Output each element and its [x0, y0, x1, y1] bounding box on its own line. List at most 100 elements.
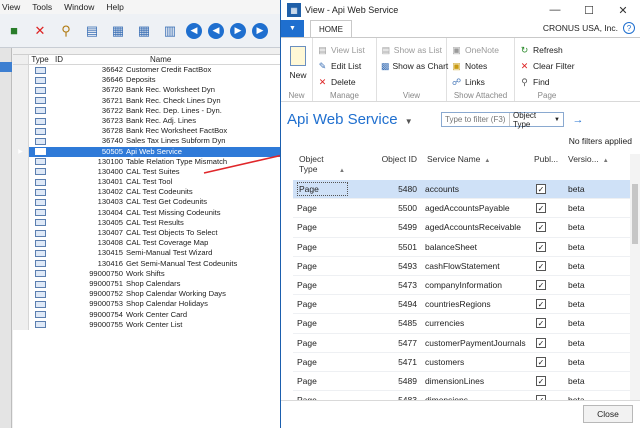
filter-field-select[interactable]: Object Type ▼: [510, 111, 563, 129]
object-row[interactable]: 130415 Semi-Manual Test Wizard: [13, 248, 280, 259]
published-checkbox[interactable]: ✓: [536, 184, 546, 195]
menu-view[interactable]: View: [2, 2, 20, 12]
design-icon[interactable]: ■: [4, 21, 24, 41]
web-service-row[interactable]: Page 5493 cashFlowStatement ✓ beta: [293, 257, 631, 276]
web-service-row[interactable]: Page 5471 customers ✓ beta: [293, 353, 631, 372]
grid-icon[interactable]: ▦: [108, 21, 128, 41]
object-row[interactable]: 36722 Bank Rec. Dep. Lines - Dyn.: [13, 105, 280, 116]
menu-tools[interactable]: Tools: [32, 2, 52, 12]
object-type[interactable]: Page: [297, 280, 317, 290]
object-row[interactable]: 36723 Bank Rec. Adj. Lines: [13, 115, 280, 127]
list-scrollbar[interactable]: [630, 154, 640, 400]
object-id[interactable]: 5473: [357, 276, 421, 294]
notes-button[interactable]: ▣ Notes: [451, 58, 510, 74]
column-object-type[interactable]: Object Type ▲: [293, 154, 357, 180]
object-row[interactable]: 130403 CAL Test Get Codeunits: [13, 197, 280, 208]
show-as-chart-button[interactable]: ▩ Show as Chart: [381, 58, 448, 74]
web-service-row[interactable]: Page 5500 agedAccountsPayable ✓ beta: [293, 199, 631, 219]
published-checkbox[interactable]: ✓: [536, 280, 546, 291]
web-service-row[interactable]: Page 5499 agedAccountsReceivable ✓ beta: [293, 218, 631, 238]
apply-filter-arrow-icon[interactable]: →: [571, 112, 585, 127]
object-id[interactable]: 5501: [357, 238, 421, 256]
service-name[interactable]: agedAccountsReceivable: [421, 218, 534, 236]
show-as-list-button[interactable]: ▤ Show as List: [381, 42, 442, 58]
clear-filter-button[interactable]: ✕ Clear Filter: [519, 58, 575, 74]
object-row[interactable]: 99000753 Shop Calendar Holidays: [13, 299, 280, 310]
version[interactable]: beta: [562, 199, 631, 217]
object-row[interactable]: 130404 CAL Test Missing Codeunits: [13, 207, 280, 218]
published-checkbox[interactable]: ✓: [536, 375, 546, 386]
next-icon[interactable]: ▶: [230, 22, 246, 39]
column-service-name[interactable]: Service Name ▲: [421, 154, 534, 180]
object-row[interactable]: 130408 CAL Test Coverage Map: [13, 238, 280, 249]
version[interactable]: beta: [562, 314, 631, 332]
service-name[interactable]: balanceSheet: [421, 238, 534, 256]
object-id[interactable]: 5480: [357, 180, 421, 198]
published-checkbox[interactable]: ✓: [536, 222, 546, 233]
object-grid[interactable]: Type ID Name 36642 Customer Credit FactBo…: [13, 54, 280, 428]
published-checkbox[interactable]: ✓: [536, 356, 546, 367]
header-name[interactable]: Name: [126, 55, 280, 64]
object-row[interactable]: 130402 CAL Test Codeunits: [13, 187, 280, 198]
published-checkbox[interactable]: ✓: [536, 299, 546, 310]
object-id[interactable]: 5494: [357, 295, 421, 313]
version[interactable]: beta: [562, 372, 631, 390]
published-checkbox[interactable]: ✓: [536, 241, 546, 252]
version[interactable]: beta: [562, 295, 631, 313]
maximize-button[interactable]: ☐: [572, 0, 606, 20]
web-service-row[interactable]: Page 5473 companyInformation ✓ beta: [293, 276, 631, 296]
version[interactable]: beta: [562, 218, 631, 236]
object-row[interactable]: 130416 Get Semi-Manual Test Codeunits: [13, 258, 280, 269]
object-row[interactable]: 99000752 Shop Calendar Working Days: [13, 289, 280, 300]
object-row[interactable]: 36728 Bank Rec Worksheet FactBox: [13, 126, 280, 137]
find-button[interactable]: ⚲ Find: [519, 74, 575, 90]
last-icon[interactable]: ▶: [252, 22, 268, 39]
object-type[interactable]: Page: [297, 376, 317, 386]
service-name[interactable]: countriesRegions: [421, 295, 534, 313]
service-name[interactable]: currencies: [421, 314, 534, 332]
version[interactable]: beta: [562, 257, 631, 275]
page-title[interactable]: Api Web Service ▼: [287, 111, 413, 128]
service-name[interactable]: agedAccountsPayable: [421, 199, 534, 217]
object-type[interactable]: Page: [297, 357, 317, 367]
service-name[interactable]: dimensionLines: [421, 372, 534, 390]
title-bar[interactable]: ▦ View - Api Web Service — ☐ ✕: [281, 0, 640, 20]
published-checkbox[interactable]: ✓: [536, 337, 546, 348]
object-type[interactable]: Page: [297, 222, 317, 232]
object-id[interactable]: 5493: [357, 257, 421, 275]
version[interactable]: beta: [562, 238, 631, 256]
service-name[interactable]: customers: [421, 353, 534, 371]
version[interactable]: beta: [562, 180, 631, 198]
object-type[interactable]: Page: [297, 338, 317, 348]
web-service-row[interactable]: Page 5489 dimensionLines ✓ beta: [293, 372, 631, 392]
object-type[interactable]: Page: [297, 299, 317, 309]
object-row[interactable]: 130405 CAL Test Results: [13, 217, 280, 228]
edit-list-button[interactable]: ✎ Edit List: [317, 58, 372, 74]
column-object-id[interactable]: Object ID: [357, 154, 421, 180]
table-icon[interactable]: ▦: [134, 21, 154, 41]
list-icon[interactable]: ▤: [82, 21, 102, 41]
service-name[interactable]: accounts: [421, 180, 534, 198]
object-row[interactable]: 99000755 Work Center List: [13, 319, 280, 330]
object-id[interactable]: 5489: [357, 372, 421, 390]
version[interactable]: beta: [562, 276, 631, 294]
new-button[interactable]: New: [285, 40, 311, 80]
object-id[interactable]: 5485: [357, 314, 421, 332]
object-row[interactable]: 99000751 Shop Calendars: [13, 278, 280, 290]
column-version[interactable]: Versio... ▲: [562, 154, 631, 180]
object-id[interactable]: 5499: [357, 218, 421, 236]
menu-window[interactable]: Window: [64, 2, 94, 12]
web-service-row[interactable]: Page 5480 accounts ✓ beta: [293, 180, 631, 200]
object-row[interactable]: 36642 Customer Credit FactBox: [13, 65, 280, 76]
version[interactable]: beta: [562, 334, 631, 352]
object-type[interactable]: Page: [297, 182, 348, 196]
help-icon[interactable]: ?: [623, 22, 635, 34]
object-row[interactable]: 36646 Deposits: [13, 75, 280, 86]
web-service-row[interactable]: Page 5494 countriesRegions ✓ beta: [293, 295, 631, 315]
object-type-panel[interactable]: [0, 48, 12, 428]
previous-icon[interactable]: ◀: [208, 22, 224, 39]
web-service-row[interactable]: Page 5501 balanceSheet ✓ beta: [293, 238, 631, 257]
object-row[interactable]: 36720 Bank Rec. Worksheet Dyn: [13, 85, 280, 96]
view-list-button[interactable]: ▤ View List: [317, 42, 372, 58]
close-window-button[interactable]: ✕: [606, 0, 640, 20]
